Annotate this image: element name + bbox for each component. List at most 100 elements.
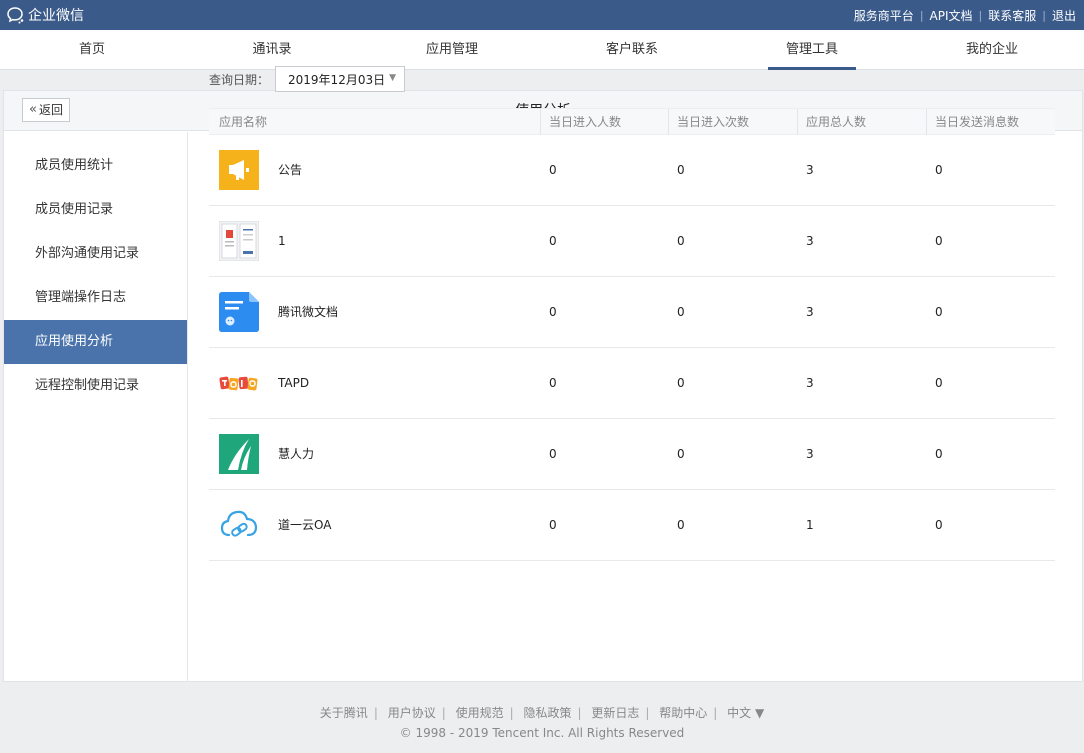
huirenli-logo-icon <box>219 434 259 474</box>
nav-item-label: 我的企业 <box>965 42 1018 57</box>
nav-item-label: 通讯录 <box>252 42 292 57</box>
footer: 关于腾讯 | 用户协议 | 使用规范 | 隐私政策 | 更新日志 | 帮助中心 | 中文 ▼… <box>0 704 1084 740</box>
sidebar-item-member-usage-stats[interactable]: 成员使用统计 <box>4 144 187 188</box>
table-header: 应用名称 当日进入人数 当日进入次数 应用总人数 当日发送消息数 <box>209 108 1055 135</box>
cell-enter-times: 0 <box>677 163 685 177</box>
divider: | <box>441 706 446 720</box>
cell-total-users: 3 <box>806 305 814 319</box>
cell-enter-times: 0 <box>677 376 685 390</box>
divider: | <box>373 706 378 720</box>
footer-links: 关于腾讯 | 用户协议 | 使用规范 | 隐私政策 | 更新日志 | 帮助中心 | 中文 ▼ <box>0 704 1084 722</box>
cell-enter-times: 0 <box>677 234 685 248</box>
nav-item-my-enterprise[interactable]: 我的企业 <box>902 30 1082 70</box>
sidebar-item-app-usage-analysis[interactable]: 应用使用分析 <box>4 320 187 364</box>
divider: | <box>577 706 582 720</box>
cell-messages: 0 <box>935 305 943 319</box>
wework-logo-icon <box>7 7 24 24</box>
table-row[interactable]: TAPD 0 0 3 0 <box>209 348 1055 419</box>
sidebar-item-external-communication[interactable]: 外部沟通使用记录 <box>4 232 187 276</box>
table-row[interactable]: 道一云OA 0 0 1 0 <box>209 490 1055 561</box>
cloud-link-icon <box>220 510 258 537</box>
cell-messages: 0 <box>935 376 943 390</box>
cell-messages: 0 <box>935 234 943 248</box>
cell-enter-times: 0 <box>677 447 685 461</box>
top-link-logout[interactable]: 退出 <box>1046 7 1082 24</box>
app-logo[interactable]: 企业微信 <box>6 5 84 25</box>
query-bar: 查询日期： 2019年12月03日 ▼ <box>209 66 1055 92</box>
table-row[interactable]: 公告 0 0 3 0 <box>209 135 1055 206</box>
nav-item-contacts[interactable]: 通讯录 <box>182 30 362 70</box>
app-screenshot-icon <box>219 221 259 261</box>
copyright: © 1998 - 2019 Tencent Inc. All Rights Re… <box>399 726 685 740</box>
back-button[interactable]: « 返回 <box>22 98 70 122</box>
document-icon <box>219 292 259 332</box>
nav-item-label: 管理工具 <box>785 42 838 57</box>
language-select[interactable]: 中文 ▼ <box>721 706 770 720</box>
query-date-label: 查询日期： <box>209 72 270 87</box>
cell-enter-users: 0 <box>549 376 557 390</box>
nav-item-label: 应用管理 <box>425 42 478 57</box>
cell-total-users: 3 <box>806 447 814 461</box>
date-select-value: 2019年12月03日 <box>288 72 386 87</box>
nav-item-app-management[interactable]: 应用管理 <box>362 30 542 70</box>
footer-link-user-agreement[interactable]: 用户协议 <box>382 706 442 720</box>
divider: | <box>509 706 514 720</box>
main-content: 查询日期： 2019年12月03日 ▼ 应用名称 当日进入人数 当日进入次数 应… <box>209 66 1055 561</box>
footer-link-help-center[interactable]: 帮助中心 <box>653 706 713 720</box>
app-name: 1 <box>278 234 286 248</box>
nav-item-home[interactable]: 首页 <box>2 30 182 70</box>
cell-enter-times: 0 <box>677 518 685 532</box>
column-header-enter-users: 当日进入人数 <box>540 109 621 135</box>
cell-messages: 0 <box>935 163 943 177</box>
top-link-api-docs[interactable]: API文档 <box>924 7 979 24</box>
main-nav: 首页 通讯录 应用管理 客户联系 管理工具 我的企业 <box>0 30 1084 70</box>
app-name: 公告 <box>278 163 303 177</box>
footer-link-about[interactable]: 关于腾讯 <box>314 706 374 720</box>
table-row[interactable]: 1 0 0 3 0 <box>209 206 1055 277</box>
top-links: 服务商平台 | API文档 | 联系客服 | 退出 <box>848 0 1082 30</box>
cell-enter-users: 0 <box>549 305 557 319</box>
cell-enter-users: 0 <box>549 518 557 532</box>
sidebar-item-admin-operation-log[interactable]: 管理端操作日志 <box>4 276 187 320</box>
divider: | <box>645 706 650 720</box>
table-row[interactable]: 腾讯微文档 0 0 3 0 <box>209 277 1055 348</box>
top-bar: 企业微信 服务商平台 | API文档 | 联系客服 | 退出 <box>0 0 1084 30</box>
cell-total-users: 3 <box>806 234 814 248</box>
footer-link-usage-rules[interactable]: 使用规范 <box>450 706 510 720</box>
app-name: 慧人力 <box>278 447 315 461</box>
sidebar: 成员使用统计 成员使用记录 外部沟通使用记录 管理端操作日志 应用使用分析 远程… <box>4 132 188 681</box>
cell-total-users: 3 <box>806 376 814 390</box>
column-header-total-users: 应用总人数 <box>797 109 866 135</box>
cell-enter-times: 0 <box>677 305 685 319</box>
app-usage-table: 应用名称 当日进入人数 当日进入次数 应用总人数 当日发送消息数 公告 0 0 … <box>209 108 1055 561</box>
cell-messages: 0 <box>935 447 943 461</box>
sidebar-item-remote-control-records[interactable]: 远程控制使用记录 <box>4 364 187 408</box>
back-button-label: 返回 <box>38 103 63 117</box>
footer-link-changelog[interactable]: 更新日志 <box>585 706 645 720</box>
nav-item-label: 客户联系 <box>605 42 658 57</box>
cell-total-users: 1 <box>806 518 814 532</box>
app-name: TAPD <box>278 376 310 390</box>
megaphone-icon <box>219 150 259 190</box>
cell-messages: 0 <box>935 518 943 532</box>
column-header-messages: 当日发送消息数 <box>926 109 1019 135</box>
cell-enter-users: 0 <box>549 163 557 177</box>
nav-item-customer-contact[interactable]: 客户联系 <box>542 30 722 70</box>
tapd-logo-icon <box>219 376 258 391</box>
date-select[interactable]: 2019年12月03日 ▼ <box>275 66 406 92</box>
column-header-enter-times: 当日进入次数 <box>668 109 749 135</box>
app-name: 腾讯微文档 <box>278 305 339 319</box>
top-link-contact-support[interactable]: 联系客服 <box>982 7 1042 24</box>
table-row[interactable]: 慧人力 0 0 3 0 <box>209 419 1055 490</box>
nav-item-label: 首页 <box>78 42 105 57</box>
sidebar-item-member-usage-records[interactable]: 成员使用记录 <box>4 188 187 232</box>
app-title: 企业微信 <box>28 8 84 24</box>
top-link-provider[interactable]: 服务商平台 <box>848 7 920 24</box>
caret-down-icon: ▼ <box>389 73 397 83</box>
double-chevron-left-icon: « <box>29 102 37 117</box>
cell-total-users: 3 <box>806 163 814 177</box>
footer-link-privacy[interactable]: 隐私政策 <box>517 706 577 720</box>
app-name: 道一云OA <box>278 518 332 532</box>
nav-item-management-tools[interactable]: 管理工具 <box>722 30 902 70</box>
divider: | <box>713 706 718 720</box>
